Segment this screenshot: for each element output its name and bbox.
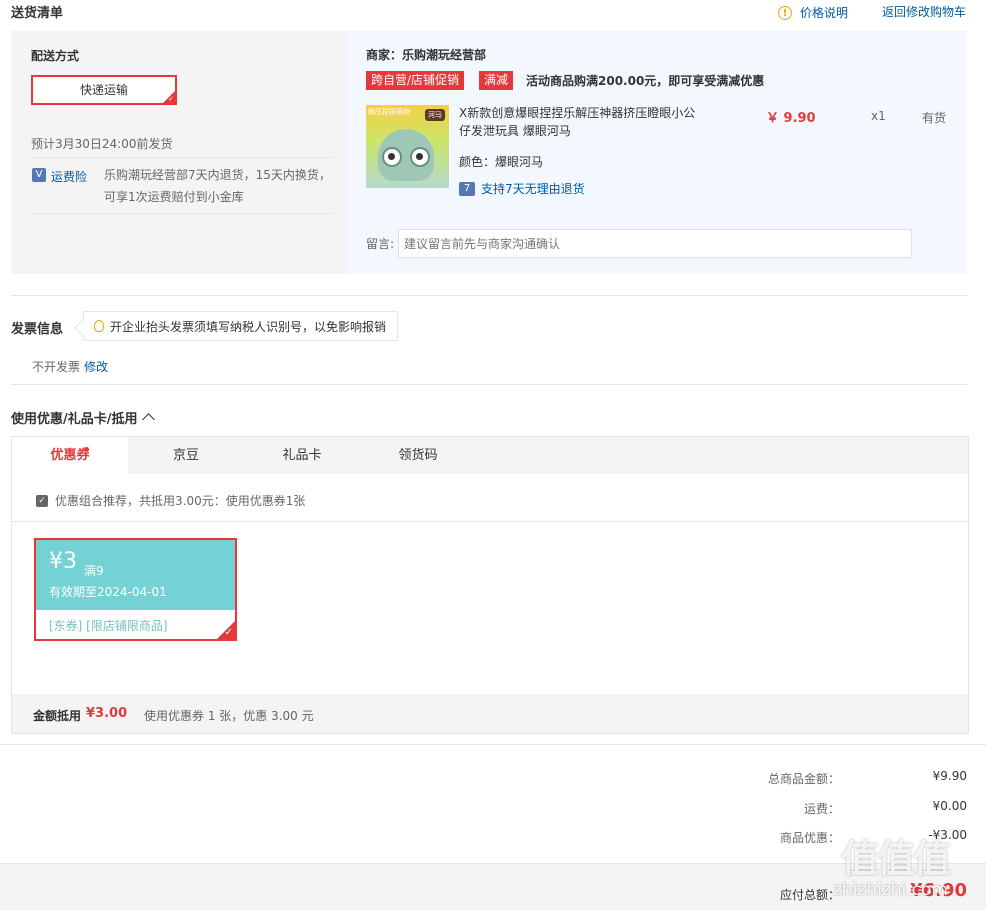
combo-text: 优惠组合推荐，共抵用3.00元：使用优惠券1张 <box>55 494 306 508</box>
shipping-fee-label: 运费： <box>803 802 840 816</box>
warning-icon: ! <box>778 5 792 20</box>
seven-day-return-icon: 7 <box>459 181 475 196</box>
watermark-site: zhizhizhi.com <box>833 880 948 900</box>
express-shipping-label: 快递运输 <box>79 83 128 97</box>
invoice-tip-text: 开企业抬头发票须填写纳税人识别号，以免影响报销 <box>110 319 387 334</box>
selected-check-icon: ✓ <box>217 621 235 639</box>
divider <box>11 295 967 296</box>
payable-label: 应付总额： <box>779 888 840 902</box>
discount-tag: 满减 <box>479 71 514 90</box>
eye <box>382 147 402 167</box>
product-price: ￥ 9.90 <box>766 111 816 126</box>
price-explain-link[interactable]: ! 价格说明 <box>778 4 848 21</box>
divider <box>0 744 986 745</box>
coupon-footer: 金额抵用 ¥3.00 使用优惠券 1 张，优惠 3.00 元 <box>12 694 968 733</box>
promo-text: 活动商品购满200.00元，即可享受满减优惠 <box>526 74 765 88</box>
coupon-card[interactable]: ¥3 满9 有效期至2024-04-01 [东券] [限店铺限商品] ✓ <box>34 538 237 641</box>
coupon-amount: ¥3 <box>49 549 77 574</box>
total-goods-value: ¥9.90 <box>932 769 967 783</box>
divider <box>31 213 334 214</box>
express-shipping-option[interactable]: 快递运输 ✓ <box>31 75 177 105</box>
product-image-caption: 解压捏捏萌物 <box>368 108 410 116</box>
promo-tag: 跨自营/店铺促销 <box>366 71 465 90</box>
message-label: 留言: <box>366 237 395 251</box>
coupon-card-header: ¥3 满9 有效期至2024-04-01 <box>36 540 235 610</box>
coupon-section-title: 使用优惠/礼品卡/抵用 <box>11 412 138 427</box>
deduction-label: 金额抵用 <box>33 709 82 723</box>
product-name-link[interactable]: X新款创意爆眼捏捏乐解压神器挤压瞪眼小公仔发泄玩具 爆眼河马 <box>459 104 704 140</box>
product-color: 颜色：爆眼河马 <box>459 153 543 170</box>
tab-pickup-code[interactable]: 领货码 <box>360 437 476 474</box>
freight-insurance-link[interactable]: 运费险 <box>51 168 87 185</box>
total-goods-label: 总商品金额： <box>767 772 840 786</box>
tab-gift-card[interactable]: 礼品卡 <box>244 437 360 474</box>
toy-figure <box>378 129 434 181</box>
tab-jingdou[interactable]: 京豆 <box>128 437 244 474</box>
lightbulb-icon <box>94 320 104 332</box>
invoice-title: 发票信息 <box>11 322 64 337</box>
shipping-fee-value: ¥0.00 <box>932 799 967 813</box>
divider <box>31 157 334 158</box>
shipping-title: 配送方式 <box>31 49 80 63</box>
deduction-amount: ¥3.00 <box>86 706 128 721</box>
stock-status: 有货 <box>922 111 947 125</box>
invoice-edit-link[interactable]: 修改 <box>84 358 108 375</box>
return-policy-label: 支持7天无理由退货 <box>481 182 585 196</box>
color-label: 颜色： <box>459 155 496 169</box>
divider <box>11 384 967 385</box>
coupon-tabs: 优惠券 京豆 礼品卡 领货码 <box>12 437 968 474</box>
return-policy-link[interactable]: 7 支持7天无理由退货 <box>459 180 585 197</box>
shield-icon: V <box>32 168 46 182</box>
coupon-panel: 优惠券 京豆 礼品卡 领货码 ✓ 优惠组合推荐，共抵用3.00元：使用优惠券1张… <box>11 436 969 734</box>
invoice-tip: 开企业抬头发票须填写纳税人识别号，以免影响报销 <box>83 311 398 341</box>
watermark: 值值值 zhizhizhi.com <box>833 828 983 906</box>
coupon-validity: 有效期至2024-04-01 <box>49 585 167 599</box>
shipping-panel: 配送方式 快递运输 ✓ 预计3月30日24:00前发货 V 运费险 乐购潮玩经营… <box>11 31 346 274</box>
color-value: 爆眼河马 <box>495 155 544 169</box>
checkbox-checked-icon[interactable]: ✓ <box>36 494 48 507</box>
watermark-logo: 值值值 <box>841 837 951 881</box>
coupon-condition: 满9 <box>84 564 104 578</box>
selected-check-icon: ✓ <box>163 91 175 103</box>
message-input[interactable] <box>398 229 912 258</box>
chevron-up-icon <box>141 413 155 426</box>
coupon-scope: [东券] [限店铺限商品] <box>49 619 168 633</box>
ship-estimate: 预计3月30日24:00前发货 <box>31 137 173 151</box>
product-quantity: x1 <box>871 109 886 123</box>
goods-discount-label: 商品优惠： <box>779 831 840 845</box>
freight-insurance-text: 乐购潮玩经营部7天内退货，15天内换货，可享1次运费赔付到小金库 <box>104 168 331 204</box>
combo-recommendation[interactable]: ✓ 优惠组合推荐，共抵用3.00元：使用优惠券1张 <box>36 492 305 509</box>
back-to-cart-link[interactable]: 返回修改购物车 <box>882 3 966 20</box>
divider <box>12 521 968 522</box>
merchant-panel: 商家：乐购潮玩经营部 跨自营/店铺促销 满减 活动商品购满200.00元，即可享… <box>346 31 967 274</box>
price-explain-label: 价格说明 <box>800 6 849 20</box>
coupon-section-toggle[interactable]: 使用优惠/礼品卡/抵用 <box>11 408 155 427</box>
merchant-name: 商家：乐购潮玩经营部 <box>366 48 487 62</box>
product-image[interactable]: 解压捏捏萌物 河马 <box>366 105 449 188</box>
eye <box>410 147 430 167</box>
deduction-desc: 使用优惠券 1 张，优惠 3.00 元 <box>144 709 314 723</box>
page-title: 送货清单 <box>11 6 64 21</box>
tab-coupons[interactable]: 优惠券 <box>12 437 128 474</box>
new-dot-icon <box>84 447 89 452</box>
invoice-status: 不开发票 <box>32 360 81 374</box>
product-image-badge: 河马 <box>425 109 445 121</box>
